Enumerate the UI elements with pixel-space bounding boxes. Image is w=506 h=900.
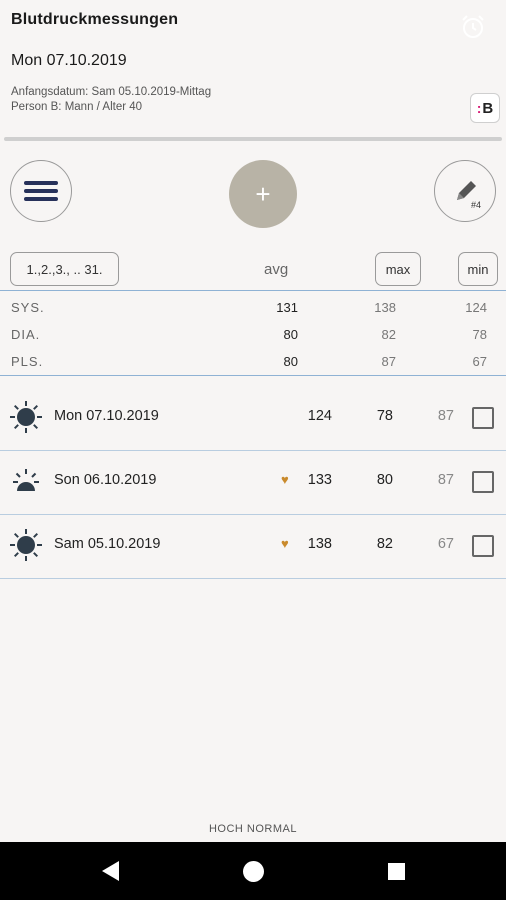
entry-pls: 87 <box>437 472 454 488</box>
stat-label: DIA. <box>11 327 41 342</box>
measurement-entry[interactable]: Son 06.10.2019 ♥ 133 80 87 <box>0 451 506 515</box>
header: Blutdruckmessungen Mon 07.10.2019 Anfang… <box>0 0 506 142</box>
sun-icon <box>10 529 42 561</box>
entry-sys: 124 <box>307 408 332 424</box>
entry-dia: 82 <box>376 536 393 552</box>
stat-row-pls: PLS. 80 87 67 <box>0 350 506 372</box>
stat-label: PLS. <box>11 354 44 369</box>
measurement-entry[interactable]: Mon 07.10.2019 124 78 87 <box>0 387 506 451</box>
entry-sys: 133 <box>307 472 332 488</box>
home-icon[interactable] <box>243 861 264 882</box>
person-badge-label: B <box>482 99 494 117</box>
alarm-clock-icon[interactable] <box>460 14 486 40</box>
days-filter-button[interactable]: 1.,2.,3., .. 31. <box>10 252 119 286</box>
start-date-info: Anfangsdatum: Sam 05.10.2019-Mittag <box>11 86 212 98</box>
entry-checkbox[interactable] <box>472 535 494 557</box>
stat-min: 67 <box>472 354 487 369</box>
classification-label: HOCH NORMAL <box>208 823 297 835</box>
app-title: Blutdruckmessungen <box>11 11 179 28</box>
entry-date: Sam 05.10.2019 <box>54 536 161 552</box>
entry-dia: 78 <box>376 408 393 424</box>
entry-date: Mon 07.10.2019 <box>54 408 159 424</box>
heart-icon: ♥ <box>281 536 289 551</box>
stat-avg: 131 <box>276 300 298 315</box>
stat-max: 82 <box>381 327 396 342</box>
entry-pls: 87 <box>437 408 454 424</box>
system-nav-bar <box>0 842 506 900</box>
person-b-button[interactable]: :B <box>470 93 500 123</box>
entry-sys: 138 <box>307 536 332 552</box>
sunset-icon <box>13 469 39 491</box>
back-icon[interactable] <box>102 861 119 881</box>
sun-icon <box>10 401 42 433</box>
stats-summary: SYS. 131 138 124 DIA. 80 82 78 PLS. 80 8… <box>0 290 506 376</box>
add-measurement-button[interactable]: + <box>229 160 297 228</box>
edit-number: #4 <box>471 200 482 210</box>
colon-dots-icon: : <box>476 100 482 116</box>
edit-button[interactable]: #4 <box>434 160 496 222</box>
stat-min: 124 <box>465 300 487 315</box>
stat-label: SYS. <box>11 300 45 315</box>
stat-min: 78 <box>472 327 487 342</box>
stat-avg: 80 <box>283 354 298 369</box>
header-divider <box>4 137 502 141</box>
entry-checkbox[interactable] <box>472 407 494 429</box>
stat-max: 87 <box>381 354 396 369</box>
max-button[interactable]: max <box>375 252 421 286</box>
recent-apps-icon[interactable] <box>388 863 405 880</box>
stat-avg: 80 <box>283 327 298 342</box>
current-date: Mon 07.10.2019 <box>11 52 127 69</box>
stat-row-dia: DIA. 80 82 78 <box>0 323 506 345</box>
entry-pls: 67 <box>437 536 454 552</box>
measurement-entry[interactable]: Sam 05.10.2019 ♥ 138 82 67 <box>0 515 506 579</box>
entry-date: Son 06.10.2019 <box>54 472 157 488</box>
entry-checkbox[interactable] <box>472 471 494 493</box>
stat-row-sys: SYS. 131 138 124 <box>0 296 506 318</box>
menu-button[interactable] <box>10 160 72 222</box>
stat-max: 138 <box>374 300 396 315</box>
heart-icon: ♥ <box>281 472 289 487</box>
hamburger-icon <box>24 177 58 205</box>
avg-label: avg <box>264 261 289 278</box>
min-button[interactable]: min <box>458 252 498 286</box>
entry-dia: 80 <box>376 472 393 488</box>
person-info: Person B: Mann / Alter 40 <box>11 101 143 113</box>
